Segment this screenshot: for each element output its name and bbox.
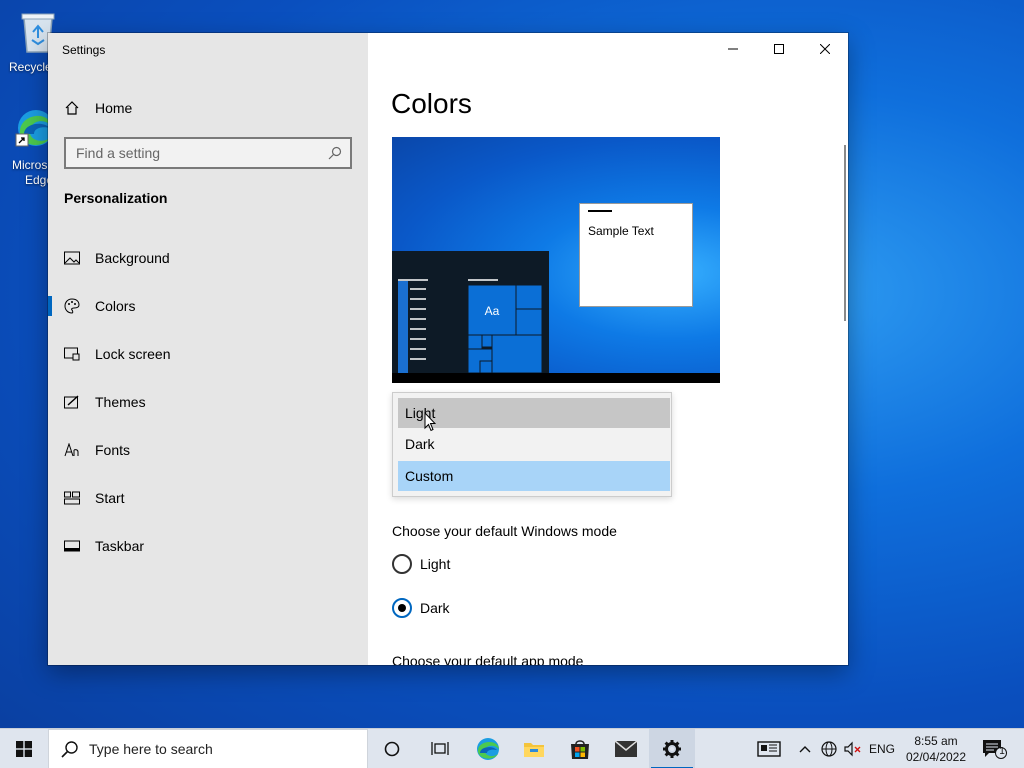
home-icon xyxy=(65,101,79,115)
chevron-up-icon xyxy=(799,746,811,753)
preview-taskbar xyxy=(392,373,720,383)
nav-home-label: Home xyxy=(95,100,133,116)
clock[interactable]: 8:55 am 02/04/2022 xyxy=(900,733,972,765)
preview-sample-text: Sample Text xyxy=(588,224,654,238)
dropdown-option-label: Custom xyxy=(405,468,454,484)
store-button[interactable] xyxy=(557,729,603,768)
picture-icon xyxy=(64,250,80,266)
show-hidden-icons-button[interactable] xyxy=(795,729,815,768)
preview-tile-label: Aa xyxy=(485,304,500,318)
task-view-button[interactable] xyxy=(417,729,463,768)
start-button[interactable] xyxy=(0,729,48,768)
maximize-button[interactable] xyxy=(756,33,802,65)
edge-taskbar-button[interactable] xyxy=(465,729,511,768)
mail-icon xyxy=(614,740,638,757)
sidebar-item-background[interactable]: Background xyxy=(48,238,368,278)
settings-nav-pane: Settings Home Find a setting Personaliza… xyxy=(48,33,368,665)
input-language-button[interactable]: ENG xyxy=(866,729,898,768)
desktop-icon-label: Micros xyxy=(12,158,48,172)
desktop-icon-recycle-bin[interactable]: Recycle xyxy=(0,8,55,78)
preview-sample-window: Sample Text xyxy=(579,203,693,307)
color-preview: Sample Text Aa xyxy=(392,137,720,383)
radio-button[interactable] xyxy=(392,554,412,574)
sidebar-item-label: Fonts xyxy=(95,442,131,458)
network-button[interactable] xyxy=(818,729,840,768)
news-widget-button[interactable] xyxy=(752,729,786,768)
sidebar-item-themes[interactable]: Themes xyxy=(48,382,368,422)
start-icon xyxy=(64,490,80,506)
dropdown-option-dark[interactable]: Dark xyxy=(398,429,670,459)
preview-start-tiles: Aa xyxy=(398,279,543,374)
taskbar: Type here to search ENG 8:55 am 02/04/20… xyxy=(0,728,1024,768)
dropdown-option-label: Dark xyxy=(405,436,435,452)
nav-home[interactable]: Home xyxy=(64,97,132,119)
sidebar-item-label: Background xyxy=(95,250,170,266)
settings-taskbar-button[interactable] xyxy=(649,729,695,768)
notification-count-badge: 1 xyxy=(999,746,1005,757)
palette-icon xyxy=(64,298,80,314)
windows-mode-label: Choose your default Windows mode xyxy=(392,523,617,539)
speaker-muted-icon xyxy=(844,741,861,757)
volume-button[interactable] xyxy=(842,729,864,768)
desktop-icon-label: Recycle xyxy=(9,60,52,74)
page-title: Colors xyxy=(391,88,472,119)
sidebar-item-taskbar[interactable]: Taskbar xyxy=(48,526,368,566)
taskbar-icon xyxy=(64,538,80,554)
sidebar-item-label: Lock screen xyxy=(95,346,171,362)
choose-color-dropdown[interactable]: Light Dark Custom xyxy=(392,392,672,497)
windows-logo-icon xyxy=(16,741,32,757)
sidebar-item-colors[interactable]: Colors xyxy=(48,286,368,326)
preview-start-menu: Aa xyxy=(392,251,549,374)
search-placeholder: Find a setting xyxy=(76,145,161,161)
search-icon xyxy=(61,741,78,758)
gear-icon xyxy=(663,740,681,758)
sidebar-item-start[interactable]: Start xyxy=(48,478,368,518)
sidebar-item-label: Colors xyxy=(95,298,136,314)
window-title: Settings xyxy=(62,43,106,57)
lock-screen-icon xyxy=(64,346,80,362)
clock-time: 8:55 am xyxy=(914,734,958,748)
sidebar-item-fonts[interactable]: Fonts xyxy=(48,430,368,470)
sidebar-item-label: Start xyxy=(95,490,125,506)
close-icon xyxy=(820,44,830,54)
windows-mode-light-radio[interactable]: Light xyxy=(392,554,450,574)
task-view-icon xyxy=(431,742,449,755)
globe-icon xyxy=(821,741,837,757)
dropdown-option-custom[interactable]: Custom xyxy=(398,461,670,491)
app-mode-label: Choose your default app mode xyxy=(392,653,584,665)
folder-icon xyxy=(524,743,544,757)
file-explorer-button[interactable] xyxy=(511,729,557,768)
search-icon xyxy=(328,146,342,160)
find-setting-input[interactable]: Find a setting xyxy=(64,137,352,169)
store-icon xyxy=(571,740,589,759)
sidebar-item-label: Taskbar xyxy=(95,538,145,554)
settings-window: Settings Home Find a setting Personaliza… xyxy=(48,33,848,665)
sidebar-item-label: Themes xyxy=(95,394,146,410)
mail-button[interactable] xyxy=(603,729,649,768)
minimize-button[interactable] xyxy=(710,33,756,65)
radio-button[interactable] xyxy=(392,598,412,618)
action-center-button[interactable]: 1 xyxy=(976,729,1012,768)
cortana-circle-icon xyxy=(384,741,400,757)
edge-icon xyxy=(477,738,499,760)
fonts-icon xyxy=(64,442,80,458)
sidebar-item-lock-screen[interactable]: Lock screen xyxy=(48,334,368,374)
taskbar-search-placeholder: Type here to search xyxy=(89,741,213,757)
desktop-icon-edge[interactable]: Micros Edge xyxy=(0,104,54,188)
minimize-icon xyxy=(728,48,738,50)
taskbar-search-box[interactable]: Type here to search xyxy=(48,729,368,768)
dropdown-option-light[interactable]: Light xyxy=(398,398,670,432)
news-icon xyxy=(757,741,781,757)
maximize-icon xyxy=(774,44,784,54)
content-scrollbar[interactable] xyxy=(844,145,846,321)
close-button[interactable] xyxy=(802,33,848,65)
clock-date: 02/04/2022 xyxy=(905,750,967,764)
windows-mode-dark-radio[interactable]: Dark xyxy=(392,598,450,618)
cortana-button[interactable] xyxy=(369,729,415,768)
radio-label: Dark xyxy=(420,600,450,616)
themes-icon xyxy=(64,394,80,410)
section-title: Personalization xyxy=(64,190,168,206)
radio-label: Light xyxy=(420,556,451,572)
colors-page: Colors Sample Text Aa Light Dark Custom … xyxy=(368,33,848,665)
